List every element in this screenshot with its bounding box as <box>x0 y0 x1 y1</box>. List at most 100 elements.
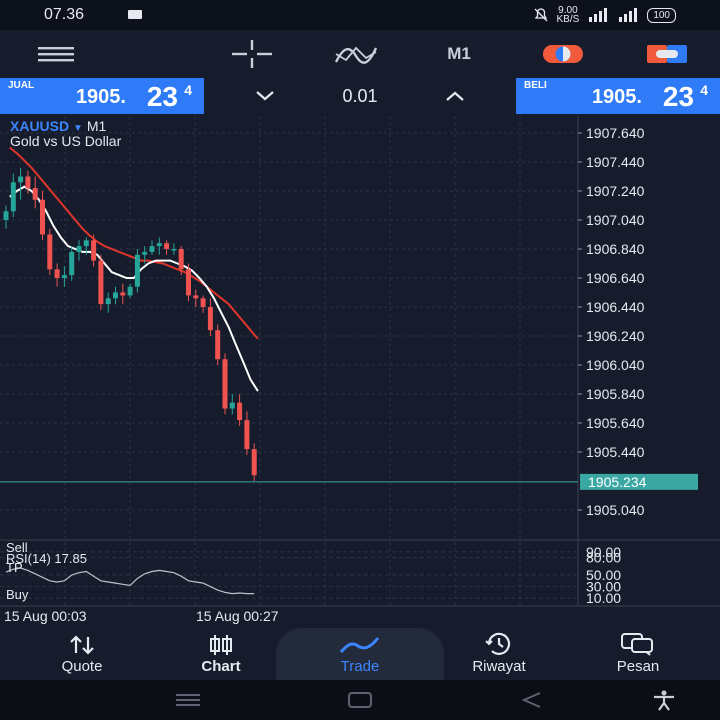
buy-price-big: 23 <box>662 81 694 112</box>
candle-body <box>200 298 206 307</box>
price-tick-label: 1905.640 <box>586 415 645 431</box>
candle-body <box>54 269 60 278</box>
candle-body <box>134 254 140 287</box>
timeframe-button[interactable]: M1 <box>436 38 482 70</box>
moving-averages <box>9 146 259 392</box>
candle-body <box>120 292 126 296</box>
time-tick-label: 15 Aug 00:27 <box>196 608 279 624</box>
trade-icon <box>339 637 380 653</box>
sell-price-big: 23 <box>146 81 178 112</box>
bid-price-label: 1905.234 <box>588 474 647 490</box>
status-bar: 07.36 9.00 KB/S 100 <box>0 0 720 30</box>
status-time: 07.36 <box>44 6 85 23</box>
price-chart[interactable]: 1907.640 1907.440 1907.240 1907.040 1906.840… <box>0 116 720 628</box>
volume-increase-button[interactable] <box>440 82 470 110</box>
candle-body <box>3 211 9 220</box>
chart-toolbar: M1 <box>0 30 720 78</box>
price-tick-label: 1907.440 <box>586 154 645 170</box>
candle-body <box>149 246 155 252</box>
nav-trade[interactable]: Trade <box>300 628 420 680</box>
nav-trade-label: Trade <box>340 658 380 675</box>
volume-value[interactable]: 0.01 <box>320 86 400 107</box>
nav-messages[interactable]: Pesan <box>578 628 698 680</box>
price-tick-label: 1906.240 <box>586 328 645 344</box>
time-tick-label: 15 Aug 00:03 <box>4 608 87 624</box>
price-tick-label: 1906.640 <box>586 270 645 286</box>
sell-label: JUAL <box>8 80 35 91</box>
chart-icon <box>210 635 232 655</box>
crosshair-button[interactable] <box>230 38 274 70</box>
rsi-panel: 90.0080.0050.0030.0010.00SellRSI(14) 17.… <box>0 539 720 606</box>
trade-ticket-icon <box>647 45 687 63</box>
moving-average-fast <box>9 185 259 392</box>
battery-icon: 100 <box>647 7 676 23</box>
system-navigation-bar <box>0 680 720 720</box>
signal-icon <box>589 8 608 22</box>
candle-body <box>47 234 53 270</box>
nav-history[interactable]: Riwayat <box>439 628 559 680</box>
candle-body <box>186 269 191 296</box>
chart-area[interactable]: 1907.640 1907.440 1907.240 1907.040 1906.840… <box>0 116 720 628</box>
nav-quote[interactable]: Quote <box>22 628 142 680</box>
quotes-icon <box>70 635 94 655</box>
history-icon <box>485 632 511 655</box>
candle-body <box>25 176 31 189</box>
chevron-up-icon <box>446 91 464 101</box>
symbol-header[interactable]: XAUUSD ▼ M1 <box>10 118 106 134</box>
back-icon[interactable] <box>518 690 546 710</box>
buy-button[interactable]: BELI 1905. 23 4 <box>516 78 720 114</box>
buy-overlay-label: Buy <box>6 587 29 602</box>
price-tick-label: 1907.640 <box>586 125 645 141</box>
nav-quote-label: Quote <box>61 658 103 675</box>
tp-overlay-label: TP <box>6 560 23 575</box>
symbol-name: XAUUSD <box>10 118 70 134</box>
candle-body <box>10 182 16 212</box>
candle-body <box>142 251 148 255</box>
signal-icon-2 <box>619 8 638 22</box>
volume-decrease-button[interactable] <box>250 82 280 110</box>
accessibility-icon[interactable] <box>650 689 678 711</box>
candle-body <box>251 449 257 476</box>
price-tick-label: 1906.040 <box>586 357 645 373</box>
recent-apps-icon[interactable] <box>174 690 202 710</box>
candle-body <box>76 246 82 252</box>
home-icon[interactable] <box>346 690 374 710</box>
candle-body <box>237 402 243 421</box>
objects-button[interactable] <box>540 38 586 70</box>
buy-price-main: 1905. <box>591 86 642 108</box>
candle-body <box>156 243 162 247</box>
indicators-button[interactable] <box>332 38 380 70</box>
candle-body <box>127 286 133 296</box>
rsi-tick-label: 80.00 <box>586 550 621 566</box>
candle-body <box>32 188 38 200</box>
hamburger-icon <box>38 47 74 62</box>
sell-button[interactable]: JUAL 1905. 23 4 <box>0 78 204 114</box>
candle-body <box>178 249 184 270</box>
candle-body <box>229 402 235 409</box>
candle-body <box>215 330 221 360</box>
candle-body <box>18 176 24 183</box>
messages-icon <box>621 633 653 656</box>
net-speed-unit: KB/S <box>556 14 580 25</box>
nav-messages-label: Pesan <box>616 658 660 675</box>
candle-body <box>40 199 45 235</box>
candle-body <box>113 292 118 299</box>
candle-body <box>69 251 75 276</box>
objects-icon <box>543 45 583 63</box>
chevron-down-icon <box>256 91 274 101</box>
time-axis: 15 Aug 00:03 15 Aug 00:27 <box>0 605 720 624</box>
candle-body <box>193 295 199 299</box>
price-tick-label: 1905.840 <box>586 386 645 402</box>
network-speed: 9.00 KB/S <box>556 6 580 25</box>
nav-chart[interactable]: Chart <box>161 628 281 680</box>
candle-body <box>164 243 170 249</box>
sell-price-main: 1905. <box>75 86 126 108</box>
price-tick-label: 1907.240 <box>586 183 645 199</box>
menu-button[interactable] <box>34 38 78 70</box>
price-axis: 1907.640 1907.440 1907.240 1907.040 1906.840… <box>0 116 698 606</box>
price-tick-label: 1906.840 <box>586 241 645 257</box>
trade-ticket-button[interactable] <box>644 38 690 70</box>
status-icons: 9.00 KB/S 100 <box>533 6 676 25</box>
candle-body <box>105 298 111 305</box>
nav-history-label: Riwayat <box>472 658 526 675</box>
